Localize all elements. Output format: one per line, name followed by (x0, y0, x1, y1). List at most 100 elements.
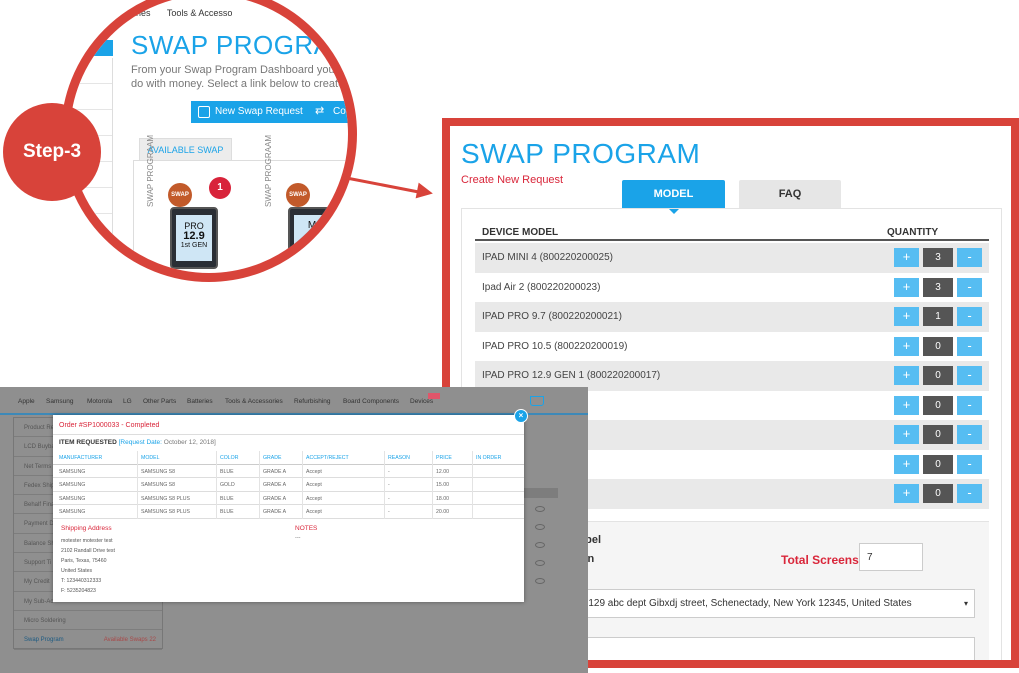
shipping-address: motester motester test 2102 Randall Drive… (61, 536, 115, 597)
shipping-address-label: Shipping Address (61, 525, 112, 532)
address-line: motester motester test (61, 538, 113, 544)
ipad-image: PRO 12.9 1st GEN (170, 207, 218, 269)
eye-icon[interactable] (535, 542, 545, 548)
column-quantity: QUANTITY (887, 227, 939, 238)
zoom-sidebar-header (70, 40, 113, 56)
chevron-down-icon: ▾ (963, 599, 968, 608)
decrement-button[interactable]: - (957, 425, 982, 444)
items-table: MANUFACTURER MODEL COLOR GRADE ACCEPT/REJECT… (53, 451, 524, 519)
increment-button[interactable]: + (894, 307, 919, 326)
quantity-value: 0 (923, 454, 953, 474)
new-swap-request-button[interactable]: New Swap Request (191, 101, 311, 123)
table-row: IPAD PRO 9.7 (800220200021) +1- (475, 302, 989, 332)
table-cell: BLUE (220, 509, 234, 515)
column-header: REASON (388, 455, 410, 461)
table-cell: SAMSUNG (59, 509, 86, 515)
table-row: Ipad Air 2 (800220200023) +3- (475, 273, 989, 303)
notes-label: NOTES (295, 525, 318, 532)
decrement-button[interactable]: - (957, 277, 982, 297)
device-model-name: IPAD PRO 9.7 (800220200021) (482, 311, 622, 322)
table-cell: - (388, 468, 390, 475)
decrement-button[interactable]: - (957, 454, 982, 474)
increment-button[interactable]: + (894, 484, 919, 503)
zoom-nav-item[interactable]: eries (131, 8, 151, 18)
nav-item[interactable]: Samsung (46, 398, 73, 405)
column-header: COLOR (220, 455, 239, 461)
column-header: MODEL (141, 455, 160, 461)
table-cell: SAMSUNG S8 (141, 482, 176, 488)
increment-button[interactable]: + (894, 248, 919, 267)
device-model-name: Ipad Air 2 (800220200023) (482, 281, 601, 293)
swap-seal-icon: SWAP (168, 183, 192, 207)
total-screens-label: Total Screens : (781, 553, 867, 567)
table-cell: GRADE A (263, 468, 287, 475)
quantity-value: 0 (923, 366, 953, 385)
nav-item[interactable]: Batteries (187, 398, 213, 405)
step-badge: Step-3 (3, 103, 101, 201)
eye-icon[interactable] (535, 506, 545, 512)
increment-button[interactable]: + (894, 336, 919, 356)
table-row: SAMSUNG SAMSUNG S8 PLUS BLUE GRADE A Accept -… (53, 505, 524, 519)
table-cell: GRADE A (263, 509, 287, 515)
table-row: IPAD PRO 10.5 (800220200019) +0- (475, 332, 989, 362)
item-requested-heading: ITEM REQUESTED [Request Date: October 12… (59, 439, 216, 446)
table-cell: SAMSUNG S8 PLUS (141, 495, 191, 502)
nav-item[interactable]: Motorola (87, 398, 112, 405)
arrow-icon (343, 176, 423, 195)
quantity-value: 0 (923, 425, 953, 444)
zoom-nav-item[interactable]: Tools & Accesso (167, 8, 233, 18)
cart-icon[interactable] (530, 396, 544, 406)
address-line: United States (61, 568, 93, 575)
product-card[interactable]: SWAP PROGRAAM SWAP M (264, 135, 336, 273)
sidebar-item[interactable]: Micro Soldering (14, 611, 162, 631)
nav-item[interactable]: LG (123, 398, 132, 405)
table-row: SAMSUNG SAMSUNG S8 GOLD GRADE A Accept - 15.00 (53, 478, 524, 492)
tab-faq[interactable]: FAQ (739, 180, 841, 208)
nav-item[interactable]: Devices (410, 398, 433, 405)
table-cell: GRADE A (263, 495, 287, 502)
table-cell: BLUE (220, 468, 234, 475)
table-header-row: MANUFACTURER MODEL COLOR GRADE ACCEPT/REJECT… (53, 451, 524, 465)
column-header: PRICE (436, 455, 452, 461)
close-icon[interactable]: × (514, 409, 528, 423)
nav-item[interactable]: Board Components (343, 398, 399, 405)
device-model-name: IPAD PRO 10.5 (800220200019) (482, 340, 628, 352)
order-detail-screenshot: Apple Samsung Motorola LG Other Parts Batteri… (0, 387, 588, 673)
available-swaps-count: Available Swaps 22 (103, 637, 156, 644)
decrement-button[interactable]: - (957, 307, 982, 326)
increment-button[interactable]: + (894, 454, 919, 474)
quantity-value: 1 (923, 307, 953, 326)
address-line: T: 123440312333 (61, 578, 102, 585)
available-swap-panel: SWAP PROGRAAM SWAP PRO 12.9 1st GEN SWAP… (133, 135, 348, 273)
quantity-value: 0 (923, 336, 953, 356)
decrement-button[interactable]: - (957, 366, 982, 385)
nav-item[interactable]: Tools & Accessories (225, 398, 283, 405)
nav-item[interactable]: Other Parts (143, 398, 176, 405)
decrement-button[interactable]: - (957, 248, 982, 267)
increment-button[interactable]: + (894, 425, 919, 444)
eye-icon[interactable] (535, 578, 545, 584)
eye-icon[interactable] (535, 560, 545, 566)
decrement-button[interactable]: - (957, 484, 982, 503)
table-cell: BLUE (220, 495, 234, 502)
increment-button[interactable]: + (894, 366, 919, 385)
nav-item[interactable]: Refurbishing (294, 398, 331, 405)
eye-icon[interactable] (535, 524, 545, 530)
table-cell: SAMSUNG S8 (141, 468, 176, 475)
collect-my-swaps-button[interactable]: ⇄ Collect My Swaps (309, 101, 348, 123)
table-cell: Accept (306, 509, 322, 515)
total-screens-input[interactable]: 7 (859, 543, 923, 571)
decrement-button[interactable]: - (957, 336, 982, 356)
quantity-value: 0 (923, 395, 953, 415)
tab-model[interactable]: MODEL (622, 180, 725, 214)
increment-button[interactable]: + (894, 277, 919, 297)
product-card[interactable]: SWAP PROGRAAM SWAP PRO 12.9 1st GEN (146, 135, 218, 273)
decrement-button[interactable]: - (957, 395, 982, 415)
table-row: SAMSUNG SAMSUNG S8 BLUE GRADE A Accept - 12.00 (53, 464, 524, 478)
nav-item[interactable]: Apple (18, 398, 35, 405)
table-cell: SAMSUNG (59, 468, 86, 475)
increment-button[interactable]: + (894, 395, 919, 415)
sidebar-item[interactable]: Swap Program Available Swaps 22 (14, 630, 162, 650)
table-cell: - (388, 509, 390, 515)
table-cell: 18.00 (436, 495, 449, 502)
